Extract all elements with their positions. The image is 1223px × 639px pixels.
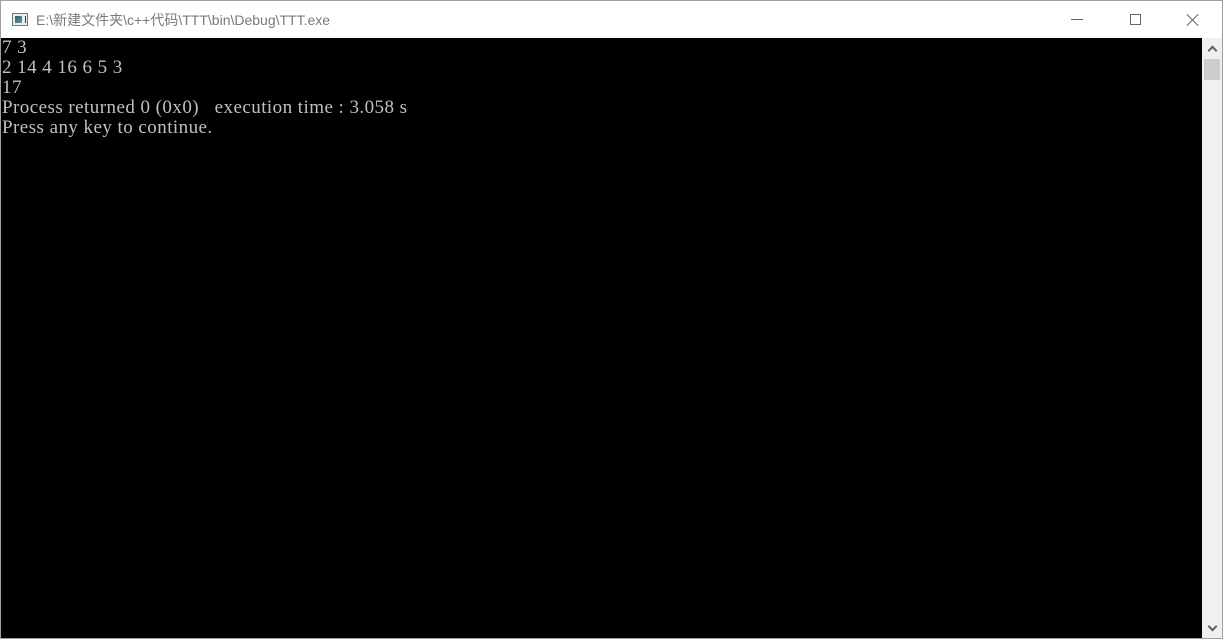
scroll-down-button[interactable] [1202,618,1222,638]
maximize-button[interactable] [1106,1,1164,38]
window-controls [1048,1,1222,38]
vertical-scrollbar[interactable] [1202,38,1222,638]
console-line: 2 14 4 16 6 5 3 [2,57,123,78]
minimize-icon [1071,19,1083,20]
chevron-down-icon [1207,621,1217,631]
window-title: E:\新建文件夹\c++代码\TTT\bin\Debug\TTT.exe [36,11,331,28]
console-line: 17 [2,77,22,98]
title-bar[interactable]: E:\新建文件夹\c++代码\TTT\bin\Debug\TTT.exe [1,1,1222,38]
close-button[interactable] [1164,1,1222,38]
console-line: Process returned 0 (0x0) execution time … [2,97,408,118]
console-output[interactable]: 7 3 2 14 4 16 6 5 3 17 Process returned … [1,38,1202,638]
maximize-icon [1129,14,1141,25]
console-line: 7 3 [2,38,28,58]
close-icon [1186,13,1200,27]
scrollbar-thumb[interactable] [1204,59,1220,80]
console-line: Press any key to continue. [2,117,213,138]
console-window: E:\新建文件夹\c++代码\TTT\bin\Debug\TTT.exe 7 3… [0,0,1223,639]
console-app-icon[interactable] [12,13,28,26]
minimize-button[interactable] [1048,1,1106,38]
chevron-up-icon [1207,45,1217,55]
scroll-up-button[interactable] [1202,38,1222,58]
